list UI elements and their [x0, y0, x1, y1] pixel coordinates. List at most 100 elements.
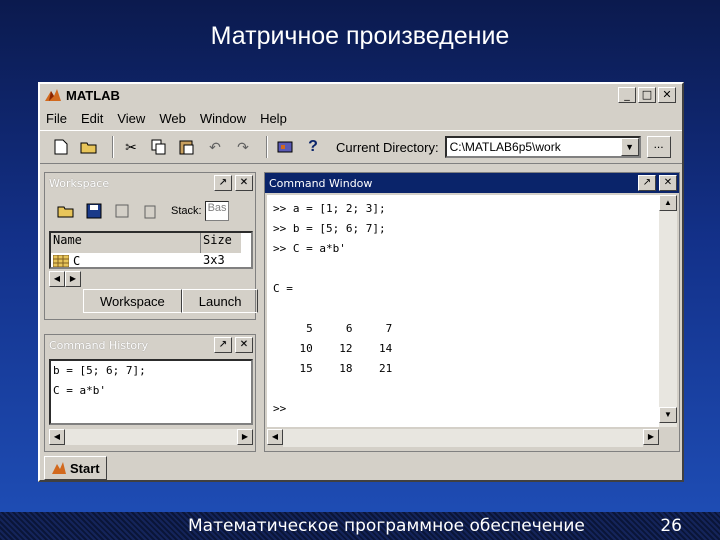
command-window-titlebar: Command Window ↗ ✕ — [265, 173, 679, 193]
scroll-track[interactable] — [283, 429, 643, 447]
close-button[interactable]: ✕ — [658, 87, 676, 103]
scroll-down-icon[interactable]: ▼ — [659, 407, 677, 423]
scroll-right-icon[interactable]: ▶ — [643, 429, 659, 445]
delete-icon[interactable] — [139, 200, 161, 222]
copy-icon[interactable] — [148, 136, 170, 158]
workspace-table: Name Size C 3x3 — [49, 231, 253, 269]
command-history-pane: Command History ↗ ✕ b = [5; 6; 7]; C = a… — [44, 334, 256, 452]
save-icon[interactable] — [83, 200, 105, 222]
scroll-left-icon[interactable]: ◀ — [49, 429, 65, 445]
redo-icon[interactable]: ↷ — [232, 136, 254, 158]
console-line: >> a = [1; 2; 3]; — [273, 202, 386, 215]
chevron-down-icon[interactable]: ▼ — [620, 138, 639, 156]
scroll-right-icon[interactable]: ▶ — [65, 271, 81, 287]
scroll-up-icon[interactable]: ▲ — [659, 195, 677, 211]
close-icon[interactable]: ✕ — [235, 337, 253, 353]
scroll-track[interactable] — [659, 211, 677, 407]
matlab-window: MATLAB _ □ ✕ File Edit View Web Window H… — [38, 82, 684, 482]
help-icon[interactable]: ? — [302, 136, 324, 158]
console-line: >> b = [5; 6; 7]; — [273, 222, 386, 235]
toolbar: ✂ ↶ ↷ ? Current Directory: C:\MATLAB6p5\… — [40, 130, 682, 164]
paste-icon[interactable] — [176, 136, 198, 158]
workspace-pane: Workspace ↗ ✕ Stack: Bas Name Size C 3x3… — [44, 172, 259, 320]
matlab-logo-icon — [52, 462, 66, 474]
workspace-tabs: Workspace Launch — [83, 289, 259, 313]
app-title: MATLAB — [66, 87, 120, 103]
start-bar: Start — [44, 456, 107, 480]
menu-help[interactable]: Help — [260, 111, 287, 126]
minimize-button[interactable]: _ — [618, 87, 636, 103]
command-history-title: Command History — [49, 338, 149, 352]
console-line: 5 6 7 — [273, 322, 393, 335]
variable-size: 3x3 — [203, 253, 225, 267]
simulink-icon[interactable] — [274, 136, 296, 158]
tab-workspace[interactable]: Workspace — [83, 289, 182, 313]
history-item[interactable]: C = a*b' — [51, 381, 251, 401]
command-history-titlebar: Command History ↗ ✕ — [45, 335, 255, 355]
column-header-name[interactable]: Name — [51, 233, 201, 253]
toolbar-divider — [112, 136, 114, 158]
tab-launch-pad[interactable]: Launch — [181, 289, 259, 313]
console-prompt[interactable]: >> — [273, 399, 653, 419]
slide: Матричное произведение MATLAB _ □ ✕ File… — [0, 0, 720, 540]
start-label: Start — [70, 460, 100, 476]
close-icon[interactable]: ✕ — [235, 175, 253, 191]
undock-icon[interactable]: ↗ — [214, 175, 232, 191]
workspace-toolbar: Stack: Bas — [45, 193, 255, 229]
titlebar: MATLAB _ □ ✕ — [40, 84, 682, 106]
close-icon[interactable]: ✕ — [659, 175, 677, 191]
command-window-vertical-scrollbar[interactable]: ▲ ▼ — [659, 195, 677, 427]
workspace-titlebar: Workspace ↗ ✕ — [45, 173, 255, 193]
import-data-icon[interactable] — [111, 200, 133, 222]
new-file-icon[interactable] — [50, 136, 72, 158]
history-item[interactable]: b = [5; 6; 7]; — [51, 361, 251, 381]
current-directory-value: C:\MATLAB6p5\work — [449, 140, 561, 154]
scroll-left-icon[interactable]: ◀ — [267, 429, 283, 445]
console-line: C = — [273, 282, 293, 295]
scroll-track[interactable] — [65, 429, 237, 445]
command-history-horizontal-scrollbar[interactable]: ◀ ▶ — [49, 429, 253, 445]
undock-icon[interactable]: ↗ — [638, 175, 656, 191]
command-history-list[interactable]: b = [5; 6; 7]; C = a*b' — [49, 359, 253, 425]
browse-button[interactable]: ... — [646, 136, 671, 158]
variable-name: C — [73, 254, 81, 268]
menu-web[interactable]: Web — [159, 111, 186, 126]
slide-footer: Математическое программное обеспечение — [188, 516, 585, 536]
command-window-horizontal-scrollbar[interactable]: ◀ ▶ — [267, 429, 659, 447]
maximize-button[interactable]: □ — [638, 87, 656, 103]
menu-file[interactable]: File — [46, 111, 67, 126]
command-window-pane: Command Window ↗ ✕ >> a = [1; 2; 3]; >> … — [264, 172, 680, 452]
console-line: 15 18 21 — [273, 362, 393, 375]
undock-icon[interactable]: ↗ — [214, 337, 232, 353]
console-line: 10 12 14 — [273, 342, 393, 355]
column-header-size[interactable]: Size — [201, 233, 241, 253]
stack-select[interactable]: Bas — [204, 201, 229, 221]
workspace-title: Workspace — [49, 176, 110, 190]
menubar: File Edit View Web Window Help — [40, 106, 682, 130]
console-line: >> C = a*b' — [273, 242, 346, 255]
current-directory-combo[interactable]: C:\MATLAB6p5\work ▼ — [444, 136, 641, 158]
scroll-right-icon[interactable]: ▶ — [237, 429, 253, 445]
cut-icon[interactable]: ✂ — [120, 136, 142, 158]
table-row[interactable]: C 3x3 — [51, 253, 251, 268]
table-header: Name Size — [51, 233, 251, 253]
slide-title: Матричное произведение — [210, 22, 510, 50]
undo-icon[interactable]: ↶ — [204, 136, 226, 158]
current-directory-label: Current Directory: — [336, 139, 439, 155]
start-button[interactable]: Start — [44, 456, 107, 480]
command-window-console[interactable]: >> a = [1; 2; 3]; >> b = [5; 6; 7]; >> C… — [267, 195, 659, 427]
scroll-left-icon[interactable]: ◀ — [49, 271, 65, 287]
workspace-horizontal-scrollbar[interactable]: ◀ ▶ — [49, 271, 253, 287]
menu-view[interactable]: View — [117, 111, 145, 126]
matrix-icon — [53, 255, 69, 267]
open-folder-icon[interactable] — [55, 200, 77, 222]
menu-window[interactable]: Window — [200, 111, 246, 126]
page-number: 26 — [660, 516, 682, 536]
menu-edit[interactable]: Edit — [81, 111, 103, 126]
open-folder-icon[interactable] — [78, 136, 100, 158]
stack-label: Stack: — [171, 205, 202, 217]
toolbar-divider — [266, 136, 268, 158]
